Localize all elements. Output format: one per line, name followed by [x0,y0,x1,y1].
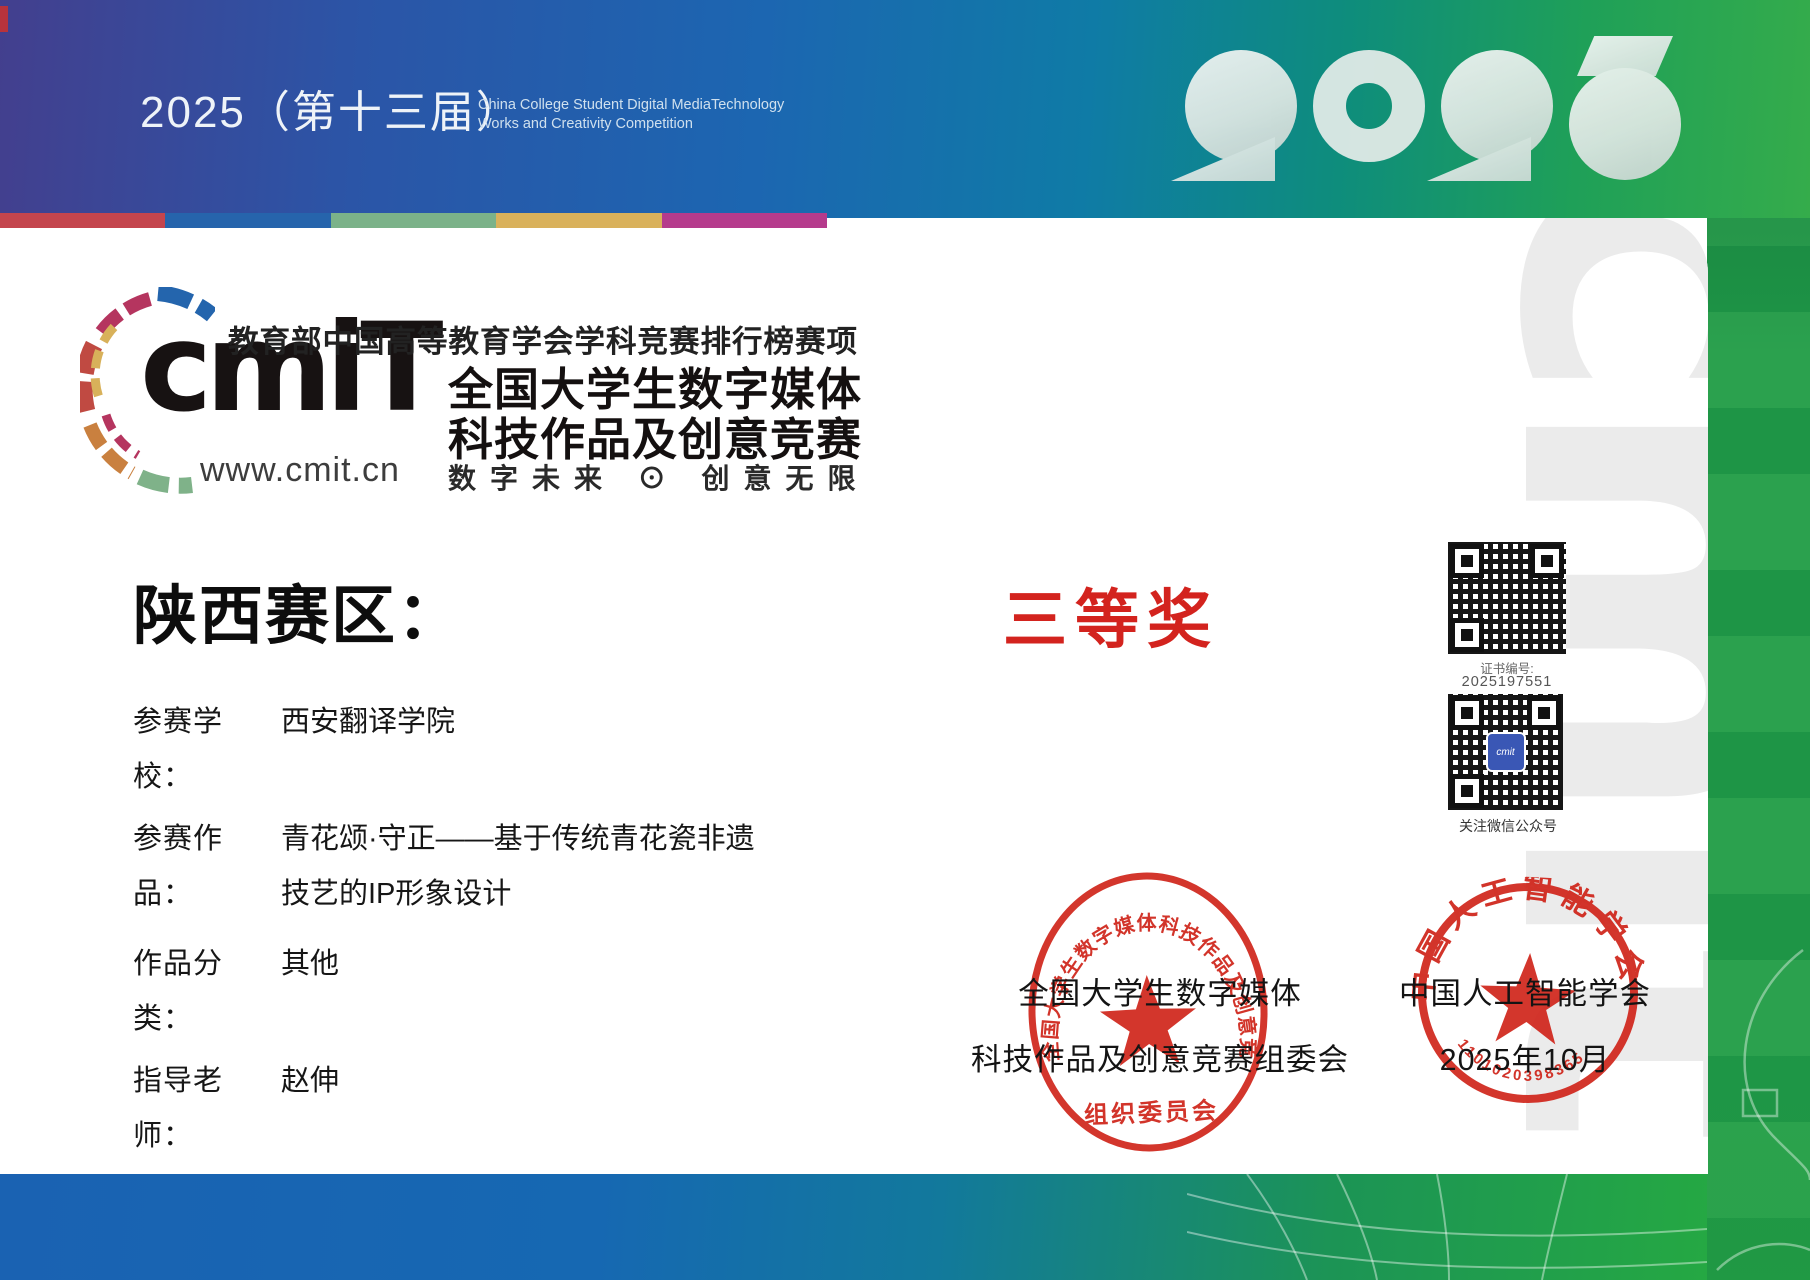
slogan-text: 数字未来 ⊙ 创意无限 [448,463,870,494]
stripe-gold [496,213,662,228]
qr-finder-icon [1527,696,1561,730]
detail-label: 指导老师： [133,1065,224,1152]
qr-center-logo: cmit [1485,732,1526,772]
right-green-panel [1707,150,1810,1280]
wechat-follow-label: 关注微信公众号 [1459,818,1557,834]
circuit-pattern [1716,949,1810,1271]
qr-finder-icon [1450,544,1484,578]
certificate-card: cmit cmiT 教育部中国高等教育学会学科竞赛排行榜赛项 全国大学生数字媒体… [0,217,1708,1174]
detail-label: 作品分类： [133,948,224,1035]
website-url: www.cmit.cn [200,451,400,489]
wechat-qr-code: cmit [1448,694,1563,810]
english-subtitle: China College Student Digital MediaTechn… [478,96,784,134]
qr-finder-icon [1450,618,1484,652]
detail-value: 赵伸 [281,1065,340,1097]
edition-title: 2025（第十三届） [140,88,522,137]
detail-label: 参赛作品： [133,823,224,910]
qr-finder-icon [1450,696,1484,730]
stripe-green [330,213,497,228]
stripe-magenta [661,213,828,228]
detail-value: 其他 [281,948,340,980]
detail-row-category: 作品分类： 其他 [133,937,773,1047]
qr-finder-icon [1530,544,1564,578]
detail-row-advisor: 指导老师： 赵伸 [133,1054,773,1164]
bottom-gradient-bar [0,1174,1707,1280]
certificate-number-value: 2025197551 [1461,674,1553,690]
year-digit-2 [1171,50,1297,185]
detail-row-work: 参赛作品： 青花颂·守正——基于传统青花瓷非遗技艺的IP形象设计 [133,812,773,922]
stripe-red [0,213,166,228]
stripe-blue [165,213,331,228]
english-subtitle-line2: Works and Creativity Competition [478,116,693,132]
english-subtitle-line1: China College Student Digital MediaTechn… [478,97,785,113]
certificate-qr-code [1448,542,1566,654]
qr-finder-icon [1450,774,1484,808]
detail-value: 青花颂·守正——基于传统青花瓷非遗技艺的IP形象设计 [281,823,755,910]
header-banner: 2025（第十三届） China College Student Digital… [0,0,1810,218]
corner-accent [0,6,8,32]
detail-label: 参赛学校： [133,706,224,793]
region-title: 陕西赛区： [133,580,463,652]
year-digit-0 [1313,50,1425,185]
detail-value: 西安翻译学院 [281,706,456,738]
prize-title: 三等奖 [1003,584,1219,656]
stamp-bottom-text: 组织委员会 [1084,1097,1220,1130]
color-stripe-bar [0,213,828,228]
big-year-2025-graphic [1171,36,1681,185]
right-org-line2: 2025年10月 [1439,1043,1611,1077]
year-digit-5 [1569,36,1681,185]
right-org-line1: 中国人工智能学会 [1399,977,1651,1011]
year-digit-2 [1427,50,1553,185]
detail-row-school: 参赛学校： 西安翻译学院 [133,695,773,805]
entry-details-list: 参赛学校： 西安翻译学院 参赛作品： 青花颂·守正——基于传统青花瓷非遗技艺的I… [133,695,773,1174]
globe-lines-pattern [1187,1174,1707,1280]
